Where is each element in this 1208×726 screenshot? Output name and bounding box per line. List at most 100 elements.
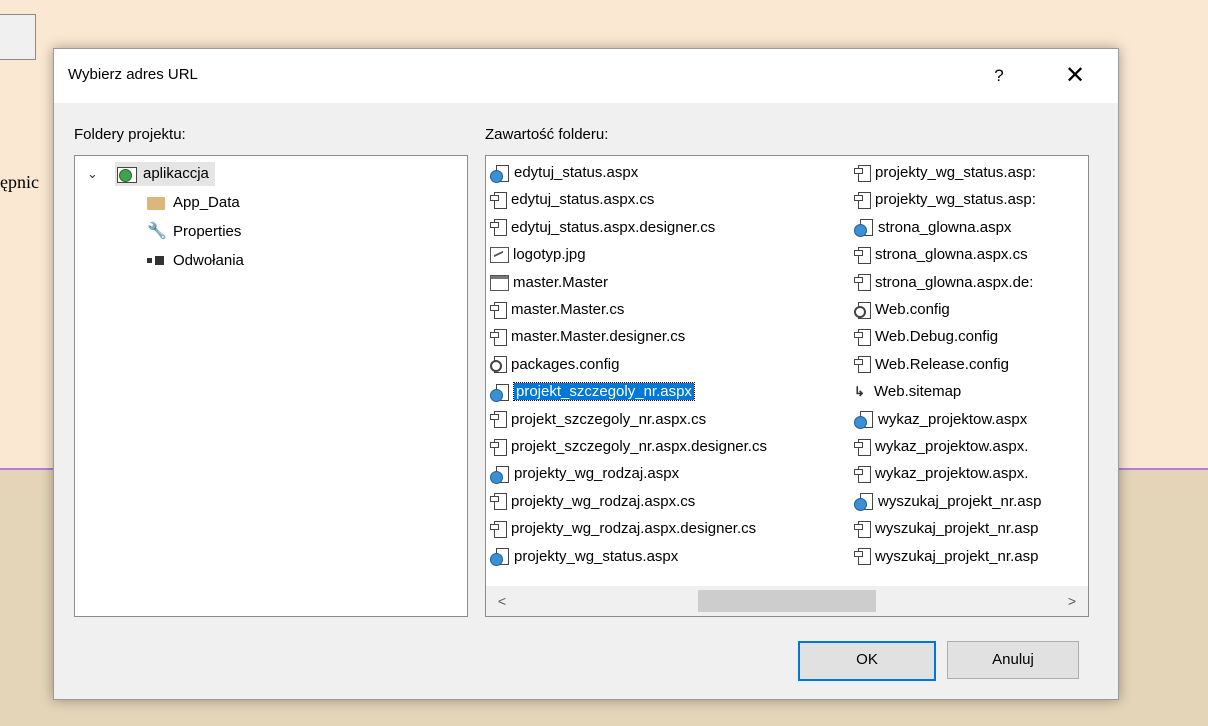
select-url-dialog: Wybierz adres URL ? ✕ Foldery projektu: …	[53, 48, 1119, 700]
tree-item-label: Properties	[173, 223, 242, 240]
file-item[interactable]: projekty_wg_status.asp:	[854, 188, 1036, 212]
close-button[interactable]: ✕	[1060, 61, 1090, 91]
folder-icon	[147, 196, 165, 210]
file-name: edytuj_status.aspx.designer.cs	[511, 218, 716, 236]
project-folders-label: Foldery projektu:	[74, 126, 186, 143]
cs-file-icon	[854, 191, 872, 209]
file-name: projekty_wg_status.aspx	[514, 547, 679, 565]
file-item[interactable]: strona_glowna.aspx.de:	[854, 271, 1033, 295]
file-item[interactable]: wyszukaj_projekt_nr.asp	[854, 545, 1038, 569]
file-item[interactable]: wyszukaj_projekt_nr.asp	[854, 490, 1041, 514]
file-item[interactable]: wyszukaj_projekt_nr.asp	[854, 517, 1038, 541]
file-item[interactable]: ↳ Web.sitemap	[854, 380, 961, 404]
tree-item-root[interactable]: ⌄ aplikaccja	[75, 162, 465, 186]
file-item[interactable]: wykaz_projektow.aspx.	[854, 462, 1028, 486]
master-file-icon	[490, 274, 509, 291]
file-item[interactable]: edytuj_status.aspx	[490, 161, 638, 185]
tree-item-properties[interactable]: 🔧 Properties	[147, 220, 241, 244]
background-button[interactable]	[0, 14, 36, 60]
file-name: projekt_szczegoly_nr.aspx.cs	[511, 410, 707, 428]
cs-file-icon	[490, 219, 508, 237]
project-folder-tree[interactable]: ⌄ aplikaccja App_Data 🔧 Properties Odwoła…	[74, 155, 468, 617]
background-text: ępnic	[0, 172, 39, 192]
cs-file-icon	[490, 191, 508, 209]
file-name: projekty_wg_status.asp:	[875, 164, 1036, 181]
file-name: Web.config	[875, 301, 950, 318]
aspx-file-icon	[490, 383, 512, 402]
file-name: projekt_szczegoly_nr.aspx.designer.cs	[511, 438, 767, 455]
file-name: wykaz_projektow.aspx.	[875, 465, 1029, 483]
web-project-icon	[115, 165, 137, 184]
dialog-titlebar: Wybierz adres URL ? ✕	[54, 49, 1118, 103]
file-item[interactable]: logotyp.jpg	[490, 243, 586, 267]
file-item[interactable]: Web.Release.config	[854, 353, 1009, 377]
file-item[interactable]: master.Master.designer.cs	[490, 325, 685, 349]
file-name: projekty_wg_status.asp:	[875, 191, 1036, 209]
aspx-file-icon	[854, 493, 876, 512]
config-file-icon	[490, 356, 508, 374]
tree-item-references[interactable]: Odwołania	[147, 249, 244, 273]
file-item[interactable]: projekt_szczegoly_nr.aspx.designer.cs	[490, 435, 767, 459]
image-file-icon	[490, 247, 509, 264]
file-item[interactable]: edytuj_status.aspx.designer.cs	[490, 216, 715, 240]
file-item[interactable]: wykaz_projektow.aspx	[854, 408, 1027, 432]
file-name: projekty_wg_rodzaj.aspx.designer.cs	[511, 520, 757, 538]
cs-file-icon	[490, 493, 508, 511]
dialog-title: Wybierz adres URL	[68, 66, 198, 83]
file-item[interactable]: projekty_wg_status.aspx	[490, 545, 678, 569]
file-name: logotyp.jpg	[513, 246, 586, 264]
cs-file-icon	[854, 246, 872, 264]
file-name: Web.sitemap	[874, 383, 962, 401]
aspx-file-icon	[490, 164, 512, 183]
config-file-icon	[854, 301, 872, 319]
tree-item-label: aplikaccja	[143, 165, 209, 182]
scroll-left-arrow[interactable]: <	[490, 589, 514, 613]
file-name: master.Master.cs	[511, 301, 625, 318]
file-item[interactable]: strona_glowna.aspx.cs	[854, 243, 1028, 267]
cs-file-icon	[854, 548, 872, 566]
file-item[interactable]: projekty_wg_rodzaj.aspx.designer.cs	[490, 517, 756, 541]
file-name: wykaz_projektow.aspx.	[875, 438, 1029, 455]
tree-item-label: Odwołania	[173, 252, 244, 269]
file-item[interactable]: wykaz_projektow.aspx.	[854, 435, 1028, 459]
file-item[interactable]: strona_glowna.aspx	[854, 216, 1011, 240]
file-name: strona_glowna.aspx.cs	[875, 246, 1028, 264]
file-item[interactable]: Web.config	[854, 298, 950, 322]
cancel-button[interactable]: Anuluj	[947, 641, 1079, 679]
file-item[interactable]: packages.config	[490, 353, 619, 377]
file-item[interactable]: master.Master	[490, 271, 608, 295]
tree-item-app-data[interactable]: App_Data	[147, 191, 240, 215]
file-name: master.Master	[513, 273, 609, 291]
file-item[interactable]: projekt_szczegoly_nr.aspx.cs	[490, 408, 706, 432]
cs-file-icon	[490, 438, 508, 456]
file-item[interactable]: Web.Debug.config	[854, 325, 998, 349]
file-item[interactable]: edytuj_status.aspx.cs	[490, 188, 654, 212]
cs-file-icon	[490, 520, 508, 538]
horizontal-scrollbar[interactable]: < >	[486, 586, 1088, 616]
scrollbar-thumb[interactable]	[698, 590, 876, 612]
references-icon	[147, 256, 165, 266]
folder-contents-list[interactable]: edytuj_status.aspx edytuj_status.aspx.cse…	[485, 155, 1089, 617]
file-name: Web.Release.config	[875, 355, 1009, 373]
file-name: projekt_szczegoly_nr.aspx	[513, 382, 695, 402]
tree-item-label: App_Data	[173, 194, 240, 211]
cs-file-icon	[854, 438, 872, 456]
scroll-right-arrow[interactable]: >	[1060, 589, 1084, 613]
file-name: wyszukaj_projekt_nr.asp	[875, 547, 1039, 565]
ok-button[interactable]: OK	[798, 641, 936, 681]
file-item[interactable]: projekty_wg_rodzaj.aspx	[490, 462, 679, 486]
cs-file-icon	[854, 465, 872, 483]
file-item-selected[interactable]: projekt_szczegoly_nr.aspx	[490, 380, 695, 404]
file-item[interactable]: projekty_wg_status.asp:	[854, 161, 1036, 185]
file-name: projekty_wg_rodzaj.aspx.cs	[511, 492, 696, 510]
file-item[interactable]: projekty_wg_rodzaj.aspx.cs	[490, 490, 695, 514]
folder-contents-label: Zawartość folderu:	[485, 126, 609, 143]
help-button[interactable]: ?	[984, 62, 1014, 90]
aspx-file-icon	[490, 465, 512, 484]
cs-file-icon	[854, 328, 872, 346]
file-item[interactable]: master.Master.cs	[490, 298, 624, 322]
file-name: edytuj_status.aspx	[514, 164, 639, 181]
file-name: wyszukaj_projekt_nr.asp	[875, 520, 1039, 538]
chevron-down-icon[interactable]: ⌄	[87, 162, 101, 186]
aspx-file-icon	[854, 219, 876, 238]
